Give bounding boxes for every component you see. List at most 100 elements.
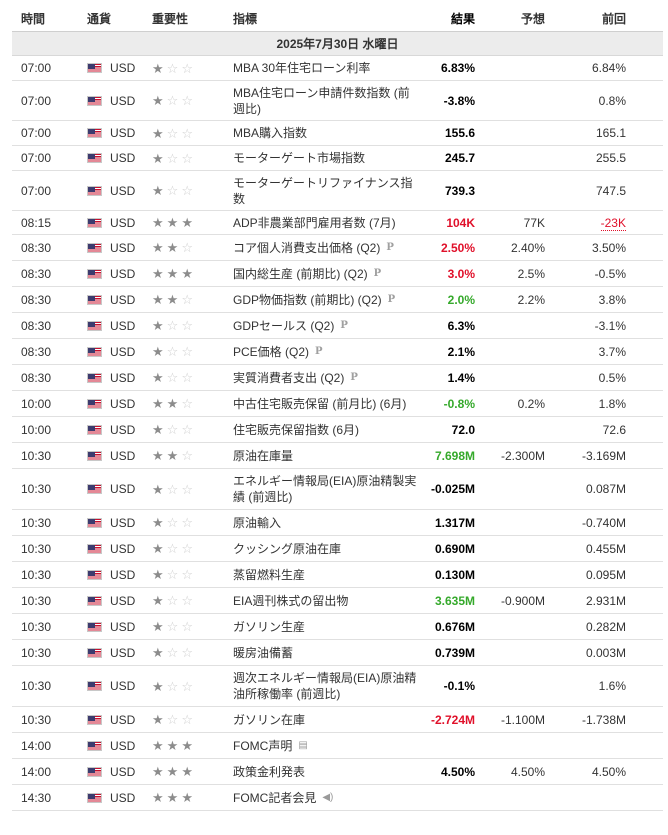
previous-value-text: -0.740M <box>581 515 626 530</box>
event-cell[interactable]: 住宅販売保留指数 (6月) <box>233 422 419 438</box>
table-row[interactable]: 10:30 USD ★ ☆ ☆ クッシング原油在庫 0.690M 0.455M <box>12 536 663 562</box>
event-name-link[interactable]: PCE価格 (Q2) <box>233 344 309 360</box>
star-empty-icon: ☆ <box>166 125 179 141</box>
event-cell[interactable]: GDPセールス (Q2) P <box>233 318 419 334</box>
event-name-link[interactable]: GDPセールス (Q2) <box>233 318 334 334</box>
event-name-link[interactable]: ガソリン生産 <box>233 619 305 635</box>
event-cell[interactable]: 中古住宅販売保留 (前月比) (6月) <box>233 396 419 412</box>
us-flag-icon <box>87 543 102 554</box>
event-cell[interactable]: 週次エネルギー情報局(EIA)原油精油所稼働率 (前週比) <box>233 670 419 702</box>
table-row[interactable]: 10:30 USD ★ ☆ ☆ 暖房油備蓄 0.739M 0.003M <box>12 640 663 666</box>
event-cell[interactable]: ガソリン在庫 <box>233 712 419 728</box>
event-cell[interactable]: MBA住宅ローン申請件数指数 (前週比) <box>233 85 419 117</box>
event-name-link[interactable]: 国内総生産 (前期比) (Q2) <box>233 266 368 282</box>
table-row[interactable]: 07:00 USD ★ ☆ ☆ MBA 30年住宅ローン利率 6.83% 6.84% <box>12 56 663 81</box>
event-name-link[interactable]: FOMC記者会見 <box>233 790 316 806</box>
event-name-link[interactable]: 中古住宅販売保留 (前月比) (6月) <box>233 396 406 412</box>
event-name-link[interactable]: 週次エネルギー情報局(EIA)原油精油所稼働率 (前週比) <box>233 670 419 702</box>
event-time: 10:30 <box>21 593 52 608</box>
event-name-link[interactable]: 原油輸入 <box>233 515 281 531</box>
event-name-link[interactable]: 暖房油備蓄 <box>233 645 293 661</box>
table-row[interactable]: 10:30 USD ★ ★ ☆ 原油在庫量 7.698M -2.300M -3.169M <box>12 443 663 469</box>
event-name-link[interactable]: 実質消費者支出 (Q2) <box>233 370 344 386</box>
event-cell[interactable]: モーターゲートリファイナンス指数 <box>233 175 419 207</box>
event-name-link[interactable]: モーターゲートリファイナンス指数 <box>233 175 419 207</box>
event-cell[interactable]: GDP物価指数 (前期比) (Q2) P <box>233 292 419 308</box>
table-row[interactable]: 08:15 USD ★ ★ ★ ADP非農業部門雇用者数 (7月) 104K 77K -23K <box>12 211 663 235</box>
preliminary-marker: P <box>340 319 348 331</box>
event-name-link[interactable]: ガソリン在庫 <box>233 712 305 728</box>
event-name-link[interactable]: クッシング原油在庫 <box>233 541 341 557</box>
event-cell[interactable]: 暖房油備蓄 <box>233 645 419 661</box>
event-cell[interactable]: 原油輸入 <box>233 515 419 531</box>
event-name-link[interactable]: エネルギー情報局(EIA)原油精製実績 (前週比) <box>233 473 419 505</box>
actual-value: 0.130M <box>434 567 475 582</box>
event-cell[interactable]: MBA購入指数 <box>233 125 419 141</box>
event-cell[interactable]: コア個人消費支出価格 (Q2) P <box>233 240 419 256</box>
event-cell[interactable]: ガソリン生産 <box>233 619 419 635</box>
table-row[interactable]: 08:30 USD ★ ★ ☆ GDP物価指数 (前期比) (Q2) P 2.0% 2.2% 3.… <box>12 287 663 313</box>
event-name-link[interactable]: 政策金利発表 <box>233 764 305 780</box>
table-row[interactable]: 08:30 USD ★ ★ ★ 国内総生産 (前期比) (Q2) P 3.0% 2.5% -0.5… <box>12 261 663 287</box>
table-row[interactable]: 10:30 USD ★ ☆ ☆ ガソリン在庫 -2.724M -1.100M -1.738M <box>12 707 663 733</box>
event-cell[interactable]: モーターゲート市場指数 <box>233 150 419 166</box>
event-cell[interactable]: MBA 30年住宅ローン利率 <box>233 60 419 76</box>
event-cell[interactable]: FOMC記者会見 ◀) <box>233 790 419 806</box>
event-name-link[interactable]: ADP非農業部門雇用者数 (7月) <box>233 215 396 231</box>
us-flag-icon <box>87 792 102 803</box>
event-name-link[interactable]: 原油在庫量 <box>233 448 293 464</box>
table-row[interactable]: 08:30 USD ★ ☆ ☆ PCE価格 (Q2) P 2.1% 3.7% <box>12 339 663 365</box>
document-icon[interactable]: ▤ <box>298 738 307 754</box>
table-row[interactable]: 07:00 USD ★ ☆ ☆ MBA購入指数 155.6 165.1 <box>12 121 663 146</box>
table-row[interactable]: 10:30 USD ★ ☆ ☆ 週次エネルギー情報局(EIA)原油精油所稼働率 (前週比)… <box>12 666 663 707</box>
star-filled-icon: ★ <box>152 292 164 307</box>
table-row[interactable]: 14:00 USD ★ ★ ★ FOMC声明 ▤ <box>12 733 663 759</box>
table-row[interactable]: 08:30 USD ★ ☆ ☆ GDPセールス (Q2) P 6.3% -3.1% <box>12 313 663 339</box>
event-cell[interactable]: 実質消費者支出 (Q2) P <box>233 370 419 386</box>
event-time: 10:30 <box>21 645 52 660</box>
event-name-link[interactable]: MBA住宅ローン申請件数指数 (前週比) <box>233 85 419 117</box>
table-row[interactable]: 10:30 USD ★ ☆ ☆ 原油輸入 1.317M -0.740M <box>12 510 663 536</box>
event-name-link[interactable]: コア個人消費支出価格 (Q2) <box>233 240 380 256</box>
table-row[interactable]: 10:00 USD ★ ★ ☆ 中古住宅販売保留 (前月比) (6月) -0.8% 0.2% 1… <box>12 391 663 417</box>
event-name-link[interactable]: GDP物価指数 (前期比) (Q2) <box>233 292 382 308</box>
event-cell[interactable]: ADP非農業部門雇用者数 (7月) <box>233 215 419 231</box>
event-cell[interactable]: FOMC声明 ▤ <box>233 738 419 754</box>
event-cell[interactable]: 国内総生産 (前期比) (Q2) P <box>233 266 419 282</box>
table-row[interactable]: 08:30 USD ★ ★ ☆ コア個人消費支出価格 (Q2) P 2.50% 2.40% 3.5… <box>12 235 663 261</box>
star-filled-icon: ★ <box>166 215 179 230</box>
table-row[interactable]: 10:00 USD ★ ☆ ☆ 住宅販売保留指数 (6月) 72.0 72.6 <box>12 417 663 443</box>
table-row[interactable]: 10:30 USD ★ ☆ ☆ EIA週刊株式の留出物 3.635M -0.900M 2.931… <box>12 588 663 614</box>
currency-cell: USD <box>78 713 143 727</box>
table-row[interactable]: 07:00 USD ★ ☆ ☆ モーターゲートリファイナンス指数 739.3 747.5 <box>12 171 663 211</box>
event-name-link[interactable]: MBA購入指数 <box>233 125 307 141</box>
event-name-link[interactable]: FOMC声明 <box>233 738 292 754</box>
event-cell[interactable]: PCE価格 (Q2) P <box>233 344 419 360</box>
event-rows: 07:00 USD ★ ☆ ☆ MBA 30年住宅ローン利率 6.83% 6.84% 07:00… <box>12 56 663 811</box>
table-row[interactable]: 14:30 USD ★ ★ ★ FOMC記者会見 ◀) <box>12 785 663 811</box>
table-row[interactable]: 10:30 USD ★ ☆ ☆ エネルギー情報局(EIA)原油精製実績 (前週比) -0.0… <box>12 469 663 510</box>
event-cell[interactable]: クッシング原油在庫 <box>233 541 419 557</box>
event-cell[interactable]: 原油在庫量 <box>233 448 419 464</box>
event-name-link[interactable]: EIA週刊株式の留出物 <box>233 593 348 609</box>
table-row[interactable]: 07:00 USD ★ ☆ ☆ モーターゲート市場指数 245.7 255.5 <box>12 146 663 171</box>
table-row[interactable]: 08:30 USD ★ ☆ ☆ 実質消費者支出 (Q2) P 1.4% 0.5% <box>12 365 663 391</box>
table-row[interactable]: 14:00 USD ★ ★ ★ 政策金利発表 4.50% 4.50% 4.50% <box>12 759 663 785</box>
event-name-link[interactable]: 蒸留燃料生産 <box>233 567 305 583</box>
event-name-link[interactable]: MBA 30年住宅ローン利率 <box>233 60 370 76</box>
event-cell[interactable]: エネルギー情報局(EIA)原油精製実績 (前週比) <box>233 473 419 505</box>
star-filled-icon: ★ <box>152 240 164 255</box>
event-cell[interactable]: 政策金利発表 <box>233 764 419 780</box>
event-time: 08:30 <box>21 344 52 359</box>
star-empty-icon: ☆ <box>166 318 179 333</box>
speaker-icon[interactable]: ◀) <box>322 790 333 806</box>
us-flag-icon <box>87 128 102 138</box>
event-cell[interactable]: 蒸留燃料生産 <box>233 567 419 583</box>
table-row[interactable]: 07:00 USD ★ ☆ ☆ MBA住宅ローン申請件数指数 (前週比) -3.8% 0.8% <box>12 81 663 121</box>
table-row[interactable]: 10:30 USD ★ ☆ ☆ ガソリン生産 0.676M 0.282M <box>12 614 663 640</box>
table-row[interactable]: 10:30 USD ★ ☆ ☆ 蒸留燃料生産 0.130M 0.095M <box>12 562 663 588</box>
event-cell[interactable]: EIA週刊株式の留出物 <box>233 593 419 609</box>
currency-code: USD <box>110 619 136 634</box>
event-name-link[interactable]: 住宅販売保留指数 (6月) <box>233 422 359 438</box>
event-name-link[interactable]: モーターゲート市場指数 <box>233 150 365 166</box>
